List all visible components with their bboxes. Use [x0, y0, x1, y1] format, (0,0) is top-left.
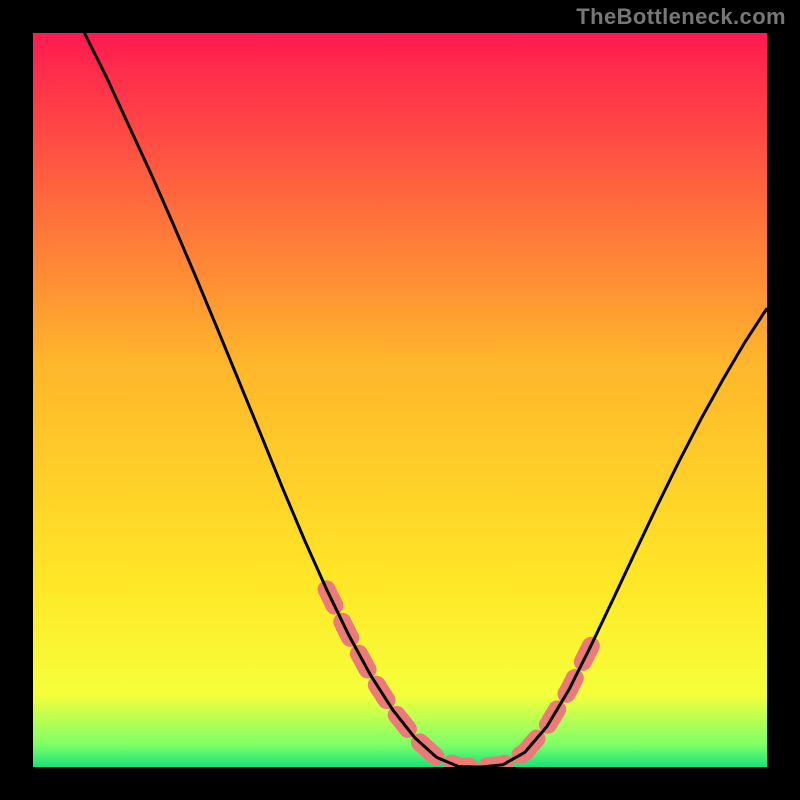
- bottleneck-chart: [0, 0, 800, 800]
- attribution-label: TheBottleneck.com: [576, 4, 786, 30]
- chart-frame: TheBottleneck.com: [0, 0, 800, 800]
- gradient-background: [33, 33, 767, 767]
